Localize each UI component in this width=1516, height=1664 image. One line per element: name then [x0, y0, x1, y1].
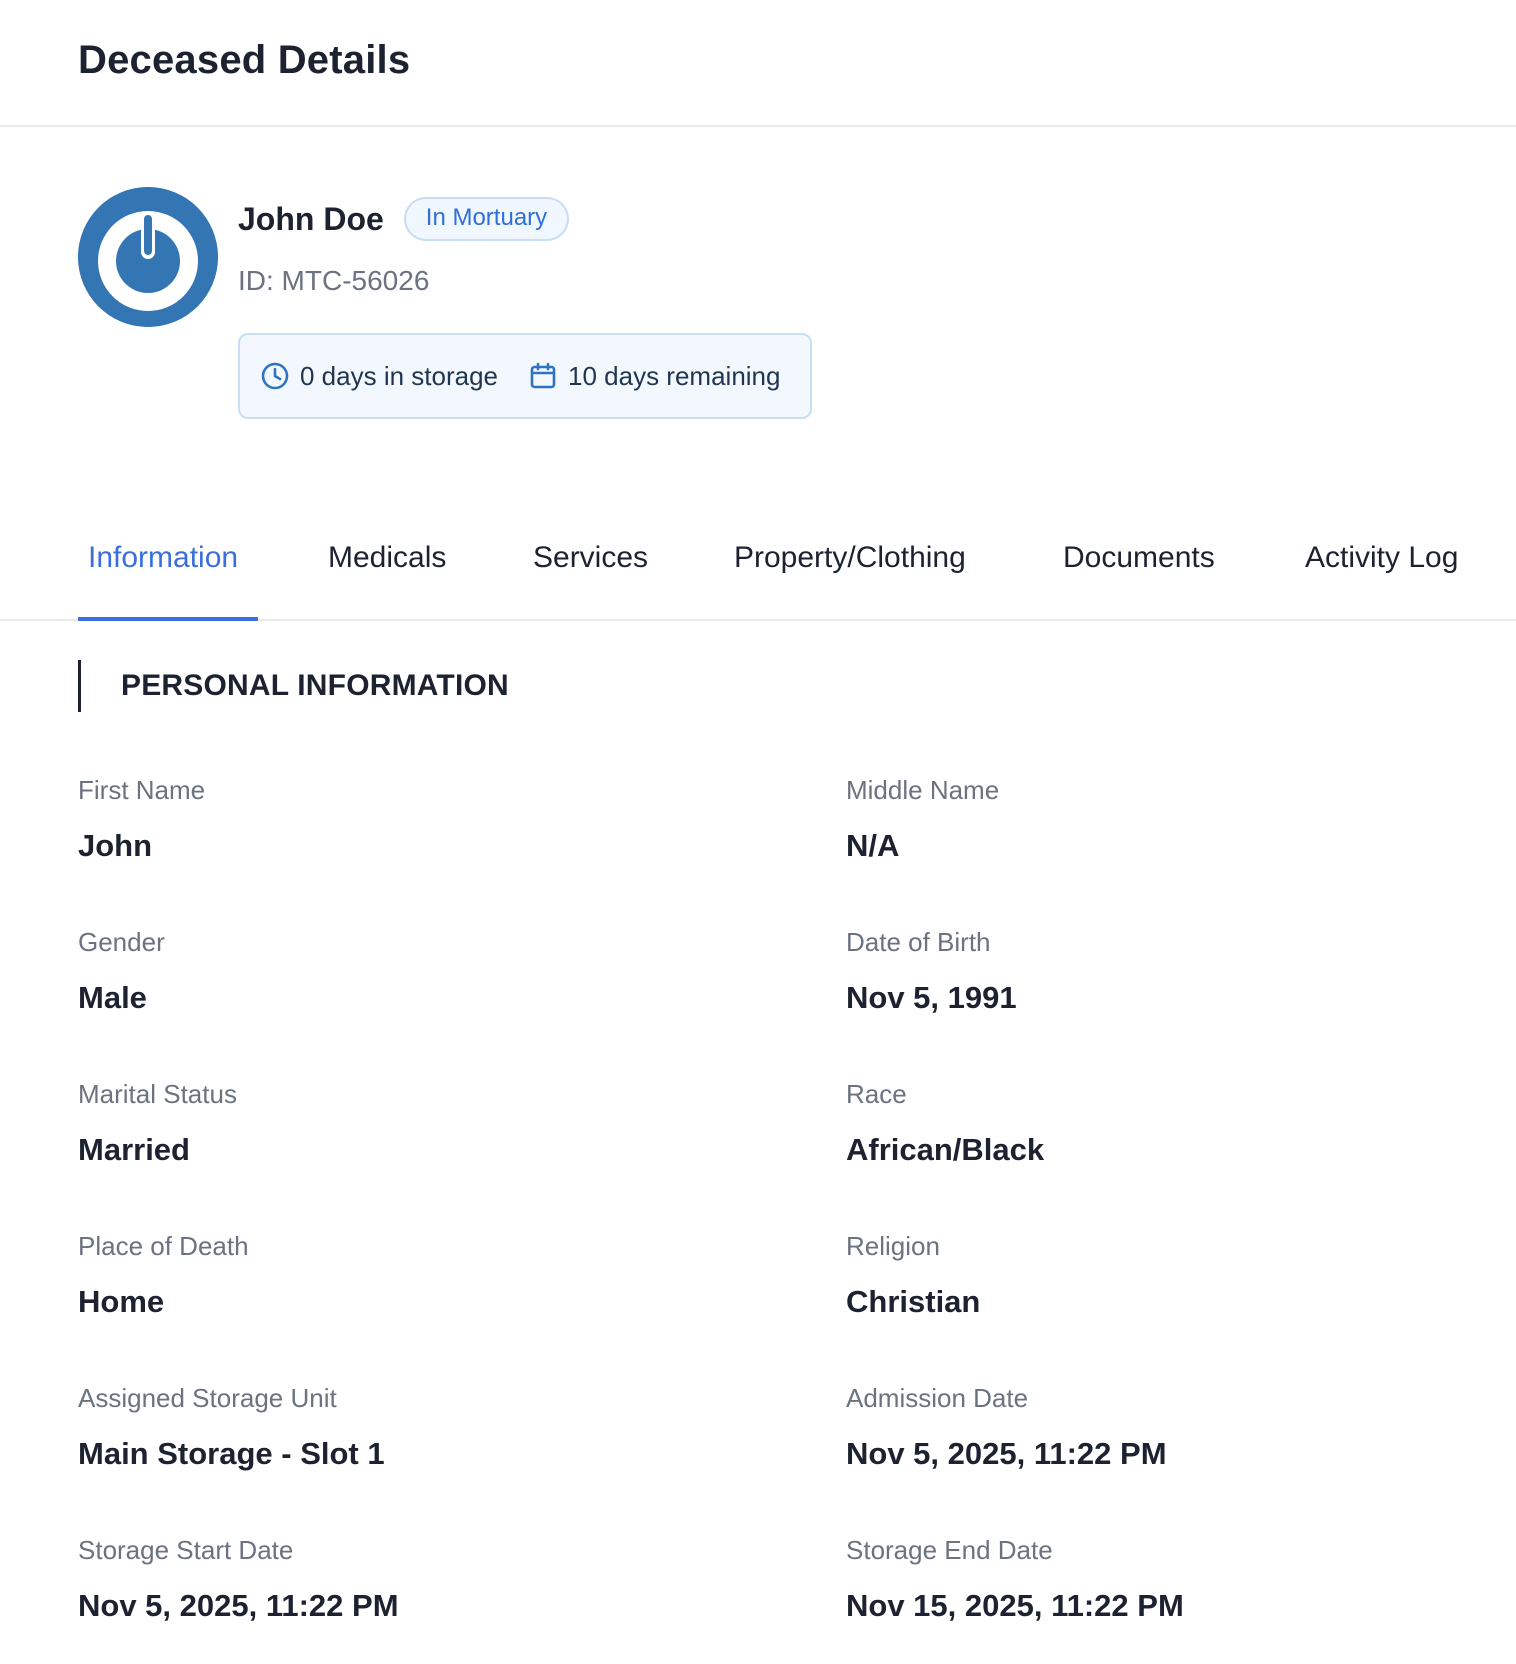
field-value: John [78, 828, 153, 863]
page-header: Deceased Details [0, 0, 1516, 127]
field-date-of-birth: Date of Birth Nov 5, 1991 [846, 926, 1446, 1016]
field-storage-end-date: Storage End Date Nov 15, 2025, 11:22 PM [846, 1534, 1446, 1624]
tab-medicals[interactable]: Medicals [328, 541, 446, 575]
field-label: Assigned Storage Unit [78, 1383, 337, 1413]
person-name: John Doe [238, 200, 384, 237]
field-value: Nov 5, 1991 [846, 980, 1017, 1015]
tab-activity-log[interactable]: Activity Log [1305, 541, 1458, 575]
field-value: Home [78, 1284, 165, 1319]
field-label: Middle Name [846, 775, 1000, 805]
status-badge: In Mortuary [403, 197, 570, 241]
clock-icon [261, 362, 289, 390]
days-remaining: 10 days remaining [528, 361, 780, 392]
field-middle-name: Middle Name N/A [846, 774, 1446, 864]
field-value: African/Black [846, 1132, 1045, 1167]
field-value: Main Storage - Slot 1 [78, 1436, 385, 1471]
field-religion: Religion Christian [846, 1230, 1446, 1320]
days-remaining-text: 10 days remaining [568, 360, 781, 391]
field-value: Christian [846, 1284, 981, 1319]
avatar [78, 187, 218, 327]
name-row: John Doe In Mortuary [238, 197, 570, 241]
days-in-storage: 0 days in storage [260, 361, 498, 392]
page-title: Deceased Details [78, 38, 411, 82]
field-value: Male [78, 980, 147, 1015]
person-id: ID: MTC-56026 [238, 265, 430, 296]
tab-bar: Information Medicals Services Property/C… [0, 517, 1516, 621]
field-label: Storage Start Date [78, 1535, 294, 1565]
field-label: Marital Status [78, 1079, 237, 1109]
field-value: Nov 15, 2025, 11:22 PM [846, 1588, 1184, 1623]
field-assigned-storage-unit: Assigned Storage Unit Main Storage - Slo… [78, 1382, 678, 1472]
field-label: First Name [78, 775, 206, 805]
power-icon [78, 187, 218, 327]
field-label: Place of Death [78, 1231, 249, 1261]
field-admission-date: Admission Date Nov 5, 2025, 11:22 PM [846, 1382, 1446, 1472]
tab-services[interactable]: Services [533, 541, 648, 575]
field-gender: Gender Male [78, 926, 678, 1016]
field-label: Admission Date [846, 1383, 1029, 1413]
field-marital-status: Marital Status Married [78, 1078, 678, 1168]
tab-documents[interactable]: Documents [1063, 541, 1215, 575]
section-title: PERSONAL INFORMATION [78, 660, 509, 712]
field-storage-start-date: Storage Start Date Nov 5, 2025, 11:22 PM [78, 1534, 678, 1624]
field-value: N/A [846, 828, 900, 863]
field-label: Religion [846, 1231, 940, 1261]
profile-card: John Doe In Mortuary ID: MTC-56026 0 day… [0, 127, 1516, 517]
tab-property-clothing[interactable]: Property/Clothing [734, 541, 966, 575]
field-label: Storage End Date [846, 1535, 1053, 1565]
days-in-storage-text: 0 days in storage [300, 360, 499, 391]
field-value: Nov 5, 2025, 11:22 PM [846, 1436, 1167, 1471]
field-value: Married [78, 1132, 190, 1167]
field-race: Race African/Black [846, 1078, 1446, 1168]
field-place-of-death: Place of Death Home [78, 1230, 678, 1320]
storage-summary: 0 days in storage 10 days remaining [238, 333, 812, 419]
field-label: Date of Birth [846, 927, 991, 957]
calendar-icon [530, 362, 556, 389]
field-value: Nov 5, 2025, 11:22 PM [78, 1588, 399, 1623]
field-label: Gender [78, 927, 165, 957]
active-tab-indicator [78, 617, 258, 621]
field-first-name: First Name John [78, 774, 678, 864]
field-label: Race [846, 1079, 907, 1109]
tab-information[interactable]: Information [88, 541, 238, 575]
